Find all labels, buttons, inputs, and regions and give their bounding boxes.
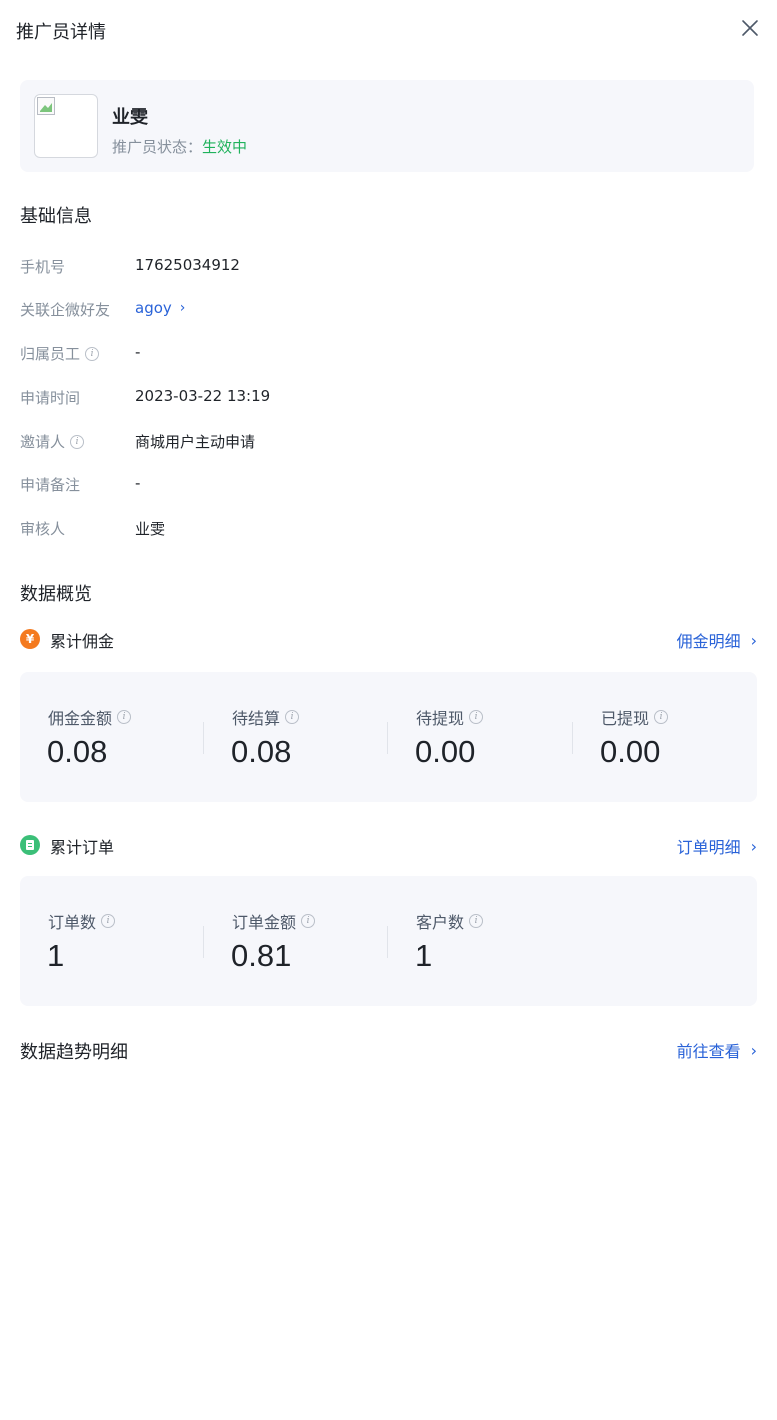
- stat-label: 待结算: [232, 709, 281, 728]
- drawer-header: 推广员详情: [0, 0, 777, 60]
- orders-header: 累计订单 订单明细 ›: [20, 834, 757, 858]
- info-row-phone: 手机号 17625034912: [20, 256, 740, 280]
- broken-image-icon: [37, 97, 55, 115]
- info-label: 申请时间: [20, 389, 81, 407]
- promoter-name: 业雯: [112, 107, 148, 128]
- info-row-inviter: 邀请人 i 商城用户主动申请: [20, 431, 740, 455]
- drawer-title: 推广员详情: [16, 22, 106, 43]
- status-label: 推广员状态：: [112, 138, 203, 156]
- stat-withdrawn: 已提现 i 0.00: [573, 672, 757, 802]
- info-tooltip-icon[interactable]: i: [285, 710, 300, 724]
- commission-stats-panel: 佣金金额 i 0.08 待结算 i 0.08 待提现 i 0.00 已提现 i: [20, 672, 757, 802]
- stat-pending-settlement: 待结算 i 0.08: [204, 672, 388, 802]
- chevron-right-icon: ›: [750, 1040, 757, 1060]
- stat-label-with-tip: 待提现 i: [416, 705, 484, 729]
- info-label: 关联企微好友: [20, 301, 111, 319]
- info-label: 归属员工: [20, 345, 81, 363]
- stat-order-count: 订单数 i 1: [20, 876, 204, 1006]
- stat-label-with-tip: 待结算 i: [232, 705, 300, 729]
- chevron-right-icon: ›: [179, 300, 186, 316]
- view-trend-label: 前往查看: [676, 1042, 741, 1061]
- stat-label: 待提现: [416, 709, 465, 728]
- remark-value: -: [135, 474, 141, 492]
- trend-header: 数据趋势明细 前往查看 ›: [20, 1038, 757, 1064]
- info-tooltip-icon[interactable]: i: [117, 710, 132, 724]
- stat-value: 0.08: [47, 734, 108, 769]
- info-row-apply-time: 申请时间 2023-03-22 13:19: [20, 387, 740, 411]
- chevron-right-icon: ›: [750, 836, 757, 856]
- info-label: 邀请人: [20, 433, 66, 451]
- phone-value: 17625034912: [135, 256, 240, 274]
- close-icon: [742, 20, 758, 36]
- commission-detail-label: 佣金明细: [676, 632, 741, 651]
- info-label-with-tip: 邀请人 i: [20, 431, 85, 452]
- document-icon: [20, 835, 40, 855]
- commission-title: 累计佣金: [50, 632, 115, 651]
- apply-time-value: 2023-03-22 13:19: [135, 387, 271, 405]
- wecom-friend-name: agoy: [135, 299, 172, 317]
- info-tooltip-icon[interactable]: i: [70, 434, 85, 449]
- view-trend-link[interactable]: 前往查看 ›: [677, 1038, 757, 1062]
- wecom-friend-link[interactable]: agoy ›: [135, 299, 185, 317]
- overview-title: 数据概览: [20, 584, 92, 605]
- close-button[interactable]: [738, 16, 762, 40]
- stat-value: 1: [415, 938, 433, 973]
- stat-label-with-tip: 客户数 i: [416, 909, 484, 933]
- info-row-employee: 归属员工 i -: [20, 343, 740, 367]
- info-tooltip-icon[interactable]: i: [469, 914, 484, 928]
- stat-order-amount: 订单金额 i 0.81: [204, 876, 388, 1006]
- employee-value: -: [135, 343, 141, 361]
- info-row-remark: 申请备注 -: [20, 474, 740, 498]
- stat-customer-count: 客户数 i 1: [388, 876, 572, 1006]
- info-row-wecom-friend: 关联企微好友 agoy ›: [20, 299, 740, 323]
- info-label-with-tip: 归属员工 i: [20, 343, 100, 364]
- promoter-detail-drawer: 推广员详情 业雯 推广员状态：生效中 基础信息 手机号 17625034912 …: [0, 0, 777, 1420]
- info-label: 申请备注: [20, 476, 81, 494]
- stat-value: 1: [47, 938, 65, 973]
- info-tooltip-icon[interactable]: i: [101, 914, 116, 928]
- trend-title: 数据趋势明细: [20, 1042, 128, 1063]
- orders-title: 累计订单: [50, 838, 115, 857]
- profile-card: 业雯 推广员状态：生效中: [20, 80, 754, 172]
- commission-header: ¥ 累计佣金 佣金明细 ›: [20, 628, 757, 652]
- stat-label: 佣金金额: [48, 709, 113, 728]
- stat-value: 0.81: [231, 938, 292, 973]
- stat-value: 0.00: [415, 734, 476, 769]
- promoter-status: 推广员状态：生效中: [112, 136, 247, 157]
- stat-value: 0.08: [231, 734, 292, 769]
- stat-label: 已提现: [601, 709, 650, 728]
- stat-label-with-tip: 订单金额 i: [232, 909, 316, 933]
- info-label: 手机号: [20, 258, 66, 276]
- avatar: [34, 94, 98, 158]
- chevron-right-icon: ›: [750, 630, 757, 650]
- stat-label-with-tip: 佣金金额 i: [48, 705, 132, 729]
- stat-label: 订单金额: [232, 913, 297, 932]
- stat-label: 客户数: [416, 913, 465, 932]
- stat-value: 0.00: [600, 734, 661, 769]
- stat-label-with-tip: 订单数 i: [48, 909, 116, 933]
- info-tooltip-icon[interactable]: i: [85, 346, 100, 361]
- reviewer-value: 业雯: [135, 520, 166, 538]
- commission-detail-link[interactable]: 佣金明细 ›: [677, 628, 757, 652]
- info-tooltip-icon[interactable]: i: [654, 710, 669, 724]
- info-row-reviewer: 审核人 业雯: [20, 518, 740, 542]
- inviter-value: 商城用户主动申请: [135, 433, 256, 451]
- order-detail-label: 订单明细: [676, 838, 741, 857]
- info-label: 审核人: [20, 520, 66, 538]
- info-tooltip-icon[interactable]: i: [469, 710, 484, 724]
- stat-label: 订单数: [48, 913, 97, 932]
- stat-commission-amount: 佣金金额 i 0.08: [20, 672, 204, 802]
- stat-pending-withdrawal: 待提现 i 0.00: [388, 672, 572, 802]
- status-badge: 生效中: [202, 138, 248, 156]
- orders-stats-panel: 订单数 i 1 订单金额 i 0.81 客户数 i 1: [20, 876, 757, 1006]
- order-detail-link[interactable]: 订单明细 ›: [677, 834, 757, 858]
- info-tooltip-icon[interactable]: i: [301, 914, 316, 928]
- basic-info-title: 基础信息: [20, 206, 92, 227]
- stat-label-with-tip: 已提现 i: [601, 705, 669, 729]
- yuan-icon: ¥: [20, 629, 40, 649]
